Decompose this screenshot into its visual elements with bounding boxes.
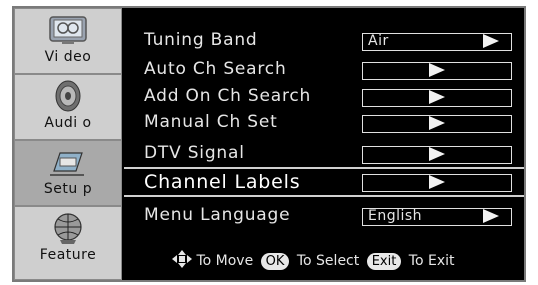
- menu-row-add-on-ch-search[interactable]: Add On Ch Search: [124, 84, 524, 111]
- sidebar-item-audio[interactable]: Audi o: [14, 74, 122, 140]
- value-box[interactable]: [362, 89, 512, 107]
- globe-feature-icon: [54, 213, 82, 244]
- move-text: To Move: [196, 253, 254, 269]
- right-arrow-icon: [429, 90, 445, 104]
- row-label: Channel Labels: [144, 171, 301, 193]
- value-box[interactable]: [362, 62, 512, 80]
- right-arrow-icon: [429, 116, 445, 130]
- sidebar-item-feature[interactable]: Feature: [14, 206, 122, 280]
- tv-osd-frame: Vi deo Audi o Setu p Feature Tuning Band…: [0, 0, 538, 285]
- right-arrow-icon: [429, 175, 445, 189]
- menu-row-channel-labels[interactable]: Channel Labels: [124, 167, 524, 197]
- setup-icon: [50, 152, 84, 176]
- row-value: Air: [368, 33, 389, 49]
- right-arrow-icon: [429, 147, 445, 161]
- speaker-icon: [55, 80, 81, 112]
- value-box[interactable]: [362, 146, 512, 164]
- ok-key-badge: OK: [260, 253, 290, 270]
- row-label: Manual Ch Set: [144, 112, 278, 132]
- sidebar-item-setup[interactable]: Setu p: [14, 140, 122, 206]
- right-arrow-icon: [429, 63, 445, 77]
- sidebar-item-label: Audi o: [44, 115, 92, 131]
- sidebar-item-label: Feature: [39, 247, 97, 263]
- row-label: Add On Ch Search: [144, 86, 312, 106]
- menu-row-menu-language[interactable]: Menu Language English: [124, 203, 524, 230]
- value-box[interactable]: Air: [362, 33, 512, 51]
- row-value: English: [368, 208, 423, 224]
- value-box[interactable]: [362, 115, 512, 133]
- select-text: To Select: [296, 253, 360, 269]
- exit-key-badge: Exit: [366, 253, 402, 270]
- row-label: Menu Language: [144, 205, 291, 225]
- video-icon: [49, 16, 87, 44]
- exit-text: To Exit: [408, 253, 455, 269]
- sidebar-item-video[interactable]: Vi deo: [14, 8, 122, 74]
- row-label: Tuning Band: [144, 30, 258, 50]
- footer-help: To Move OK To Select Exit To Exit: [124, 250, 524, 274]
- sidebar-item-label: Vi deo: [44, 49, 92, 65]
- menu-row-manual-ch-set[interactable]: Manual Ch Set: [124, 110, 524, 137]
- menu-row-auto-ch-search[interactable]: Auto Ch Search: [124, 57, 524, 84]
- sidebar: Vi deo Audi o Setu p Feature: [14, 8, 122, 280]
- row-label: DTV Signal: [144, 143, 245, 163]
- row-label: Auto Ch Search: [144, 59, 287, 79]
- right-arrow-icon: [483, 34, 499, 48]
- right-arrow-icon: [483, 209, 499, 223]
- value-box[interactable]: [362, 174, 512, 192]
- sidebar-item-label: Setu p: [43, 181, 93, 197]
- value-box[interactable]: English: [362, 208, 512, 226]
- menu-row-tuning-band[interactable]: Tuning Band Air: [124, 28, 524, 55]
- menu-row-dtv-signal[interactable]: DTV Signal: [124, 141, 524, 168]
- move-arrows-icon: [172, 250, 192, 268]
- channel-setup-menu: Tuning Band Air Auto Ch Search Add On Ch…: [124, 10, 524, 280]
- footer-help-line: To Move OK To Select Exit To Exit: [172, 250, 454, 270]
